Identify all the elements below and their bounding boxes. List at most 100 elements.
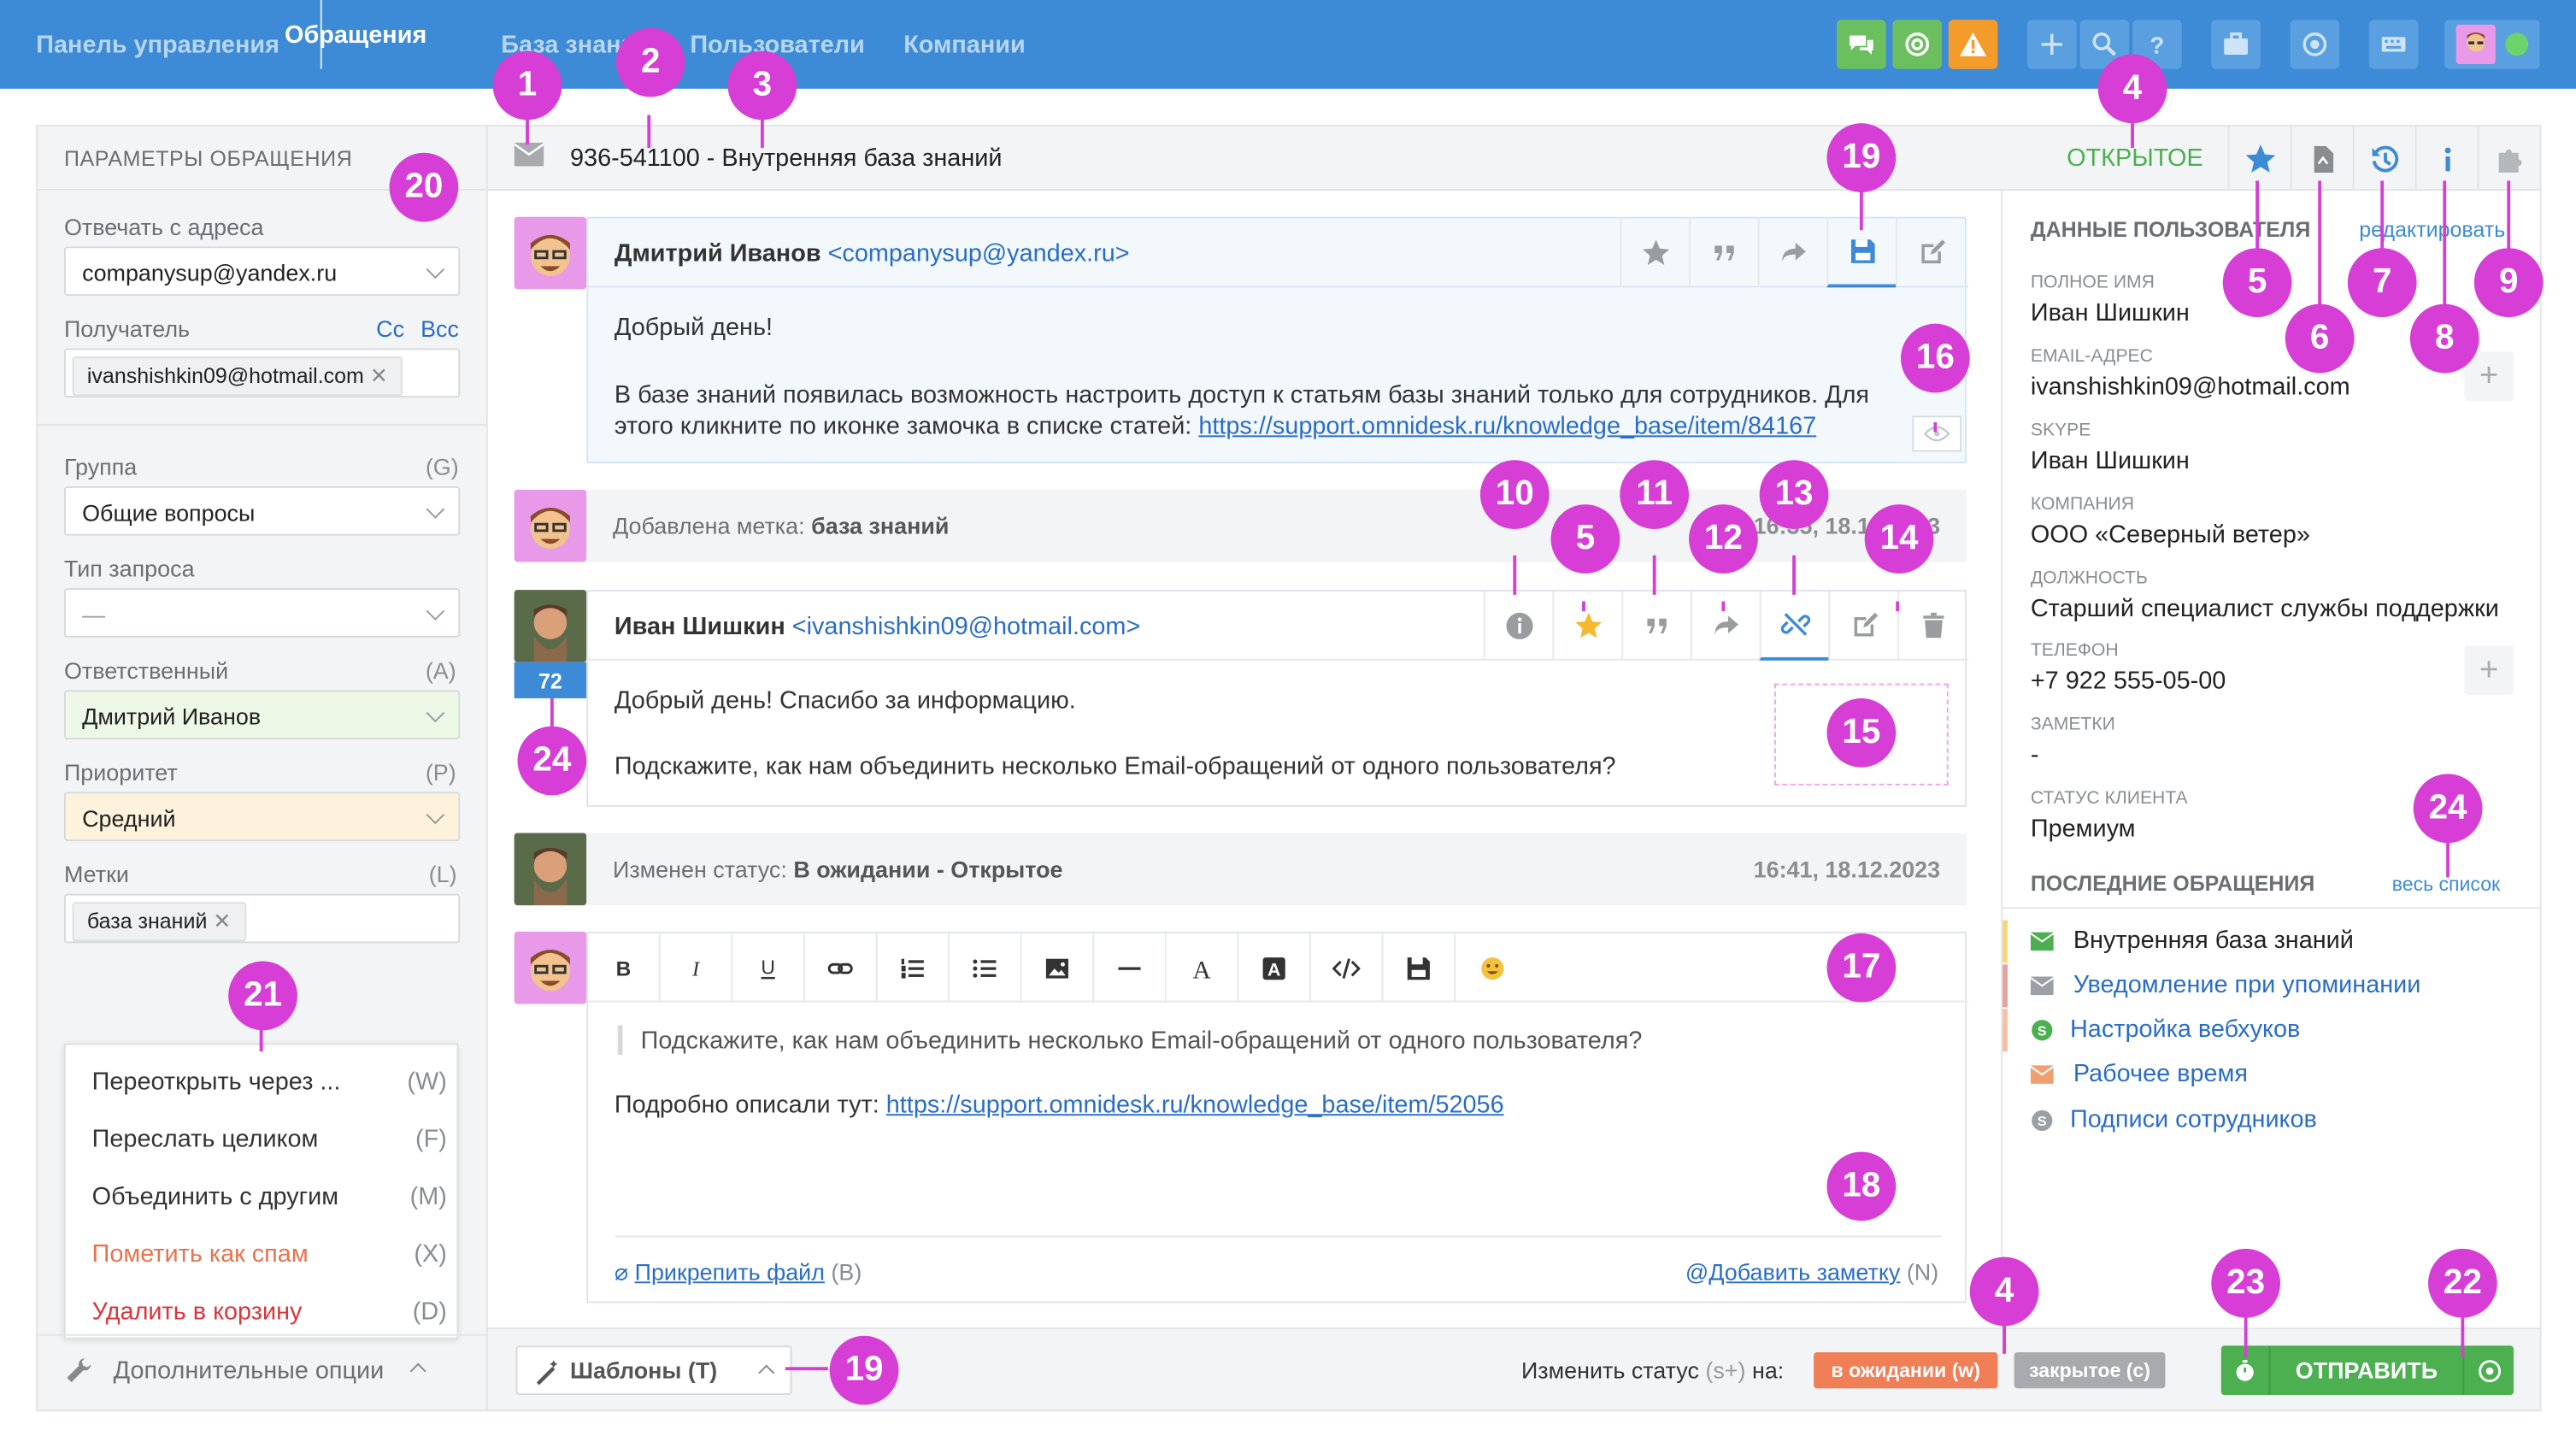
attach-file-button[interactable]: ⌀ Прикрепить файл (B) <box>615 1258 862 1286</box>
nav-tickets[interactable]: Обращения <box>285 0 426 69</box>
type-select[interactable]: — <box>63 588 461 638</box>
annotation-badge: 19 <box>1826 123 1897 192</box>
edit-icon[interactable] <box>1896 218 1965 288</box>
templates-button[interactable]: Шаблоны (T) <box>515 1345 792 1395</box>
status-pending-button[interactable]: в ожидании (w) <box>1814 1351 1998 1389</box>
more-options-button[interactable]: Дополнительные опции <box>64 1356 458 1392</box>
email-at-icon[interactable] <box>1892 20 1943 69</box>
tags-field[interactable]: база знаний ✕ <box>63 893 461 944</box>
priority-select[interactable]: Средний <box>63 792 461 842</box>
code-icon[interactable] <box>1311 933 1384 1003</box>
underline-icon[interactable]: U <box>732 933 805 1003</box>
briefcase-icon[interactable] <box>2211 20 2261 69</box>
nav-dashboard[interactable]: Панель управления <box>36 32 279 60</box>
annotation-badge: 4 <box>1969 1257 2039 1327</box>
send-button[interactable]: ОТПРАВИТЬ <box>2270 1345 2462 1395</box>
target-icon[interactable] <box>2290 20 2340 69</box>
recipient-label: Получатель <box>63 315 191 342</box>
info-icon[interactable] <box>1483 591 1553 661</box>
remove-icon[interactable]: ✕ <box>213 909 231 933</box>
kb-link[interactable]: https://support.omnidesk.ru/knowledge_ba… <box>1198 412 1816 440</box>
remove-icon[interactable]: ✕ <box>370 363 388 388</box>
link-icon[interactable] <box>805 933 878 1003</box>
ordered-list-icon[interactable] <box>877 933 950 1003</box>
cc-link[interactable]: Cc <box>376 315 404 342</box>
magic-wand-icon <box>536 1360 558 1386</box>
event-status-changed: Изменен статус: В ожидании - Открытое 16… <box>586 833 1967 906</box>
menu-item-forward[interactable]: Переслать целиком (F) <box>66 1119 460 1165</box>
annotation-badge: 24 <box>517 726 587 796</box>
quote-icon[interactable] <box>1689 218 1758 288</box>
user-notes: - <box>2030 740 2039 769</box>
user-company[interactable]: ООО «Северный ветер» <box>2031 521 2310 549</box>
recent-ticket[interactable]: Рабочее время <box>2030 1060 2524 1096</box>
star-icon[interactable] <box>1552 591 1621 661</box>
sender-email[interactable]: <ivanshishkin09@hotmail.com> <box>792 613 1141 641</box>
horizontal-rule-icon[interactable] <box>1094 933 1167 1003</box>
add-phone-button[interactable]: + <box>2464 645 2514 696</box>
forward-icon[interactable] <box>1757 218 1827 288</box>
italic-icon[interactable]: I <box>661 933 733 1003</box>
eye-icon[interactable] <box>1912 415 1962 452</box>
image-icon[interactable] <box>1022 933 1095 1003</box>
recent-ticket[interactable]: Уведомление при упоминании <box>2030 971 2524 1007</box>
profile-menu[interactable] <box>2444 20 2540 69</box>
assignee-label: Ответственный <box>63 656 229 684</box>
menu-item-spam[interactable]: Пометить как спам (X) <box>66 1234 460 1280</box>
user-email[interactable]: ivanshishkin09@hotmail.com <box>2031 373 2350 401</box>
avatar <box>514 216 587 290</box>
menu-item-delete[interactable]: Удалить в корзину (D) <box>66 1292 460 1338</box>
add-icon[interactable] <box>2026 20 2077 69</box>
svg-text:I: I <box>691 957 701 980</box>
recent-ticket[interactable]: S Настройка вебхуков <box>2031 1015 2524 1051</box>
wrench-icon <box>67 1358 91 1382</box>
background-color-icon[interactable]: A <box>1238 933 1311 1003</box>
annotation-badge: 4 <box>2097 54 2167 124</box>
field-label: ПОЛНОЕ ИМЯ <box>2030 273 2155 293</box>
kb-link[interactable]: https://support.omnidesk.ru/knowledge_ba… <box>886 1091 1504 1119</box>
nav-companies[interactable]: Компании <box>903 32 1025 60</box>
recipient-field[interactable]: ivanshishkin09@hotmail.com ✕ <box>63 348 461 398</box>
quote-icon[interactable] <box>1621 591 1691 661</box>
field-label: КОМПАНИЯ <box>2030 494 2135 515</box>
annotation-badge: 18 <box>1826 1151 1897 1221</box>
reply-editor[interactable]: B I U A A Подскажите, как нам объединить… <box>586 931 1968 1304</box>
message-text: этого кликните по иконке замочка в списк… <box>614 412 1199 441</box>
user-skype: Иван Шишкин <box>2030 446 2190 475</box>
menu-item-merge[interactable]: Объединить с другим (M) <box>66 1176 460 1222</box>
assignee-select[interactable]: Дмитрий Иванов <box>63 690 461 739</box>
trash-icon[interactable] <box>1897 591 1967 661</box>
status-closed-button[interactable]: закрытое (c) <box>2014 1351 2166 1389</box>
chevron-down-icon <box>426 805 445 825</box>
bullet-list-icon[interactable] <box>950 933 1022 1003</box>
svg-text:S: S <box>2038 1023 2047 1039</box>
reply-from-select[interactable]: companysup@yandex.ru <box>63 246 461 296</box>
avatar <box>514 931 587 1004</box>
bcc-link[interactable]: Bcc <box>421 315 459 342</box>
bold-icon[interactable]: B <box>588 933 661 1003</box>
star-icon[interactable] <box>1620 218 1689 288</box>
edit-icon[interactable] <box>1828 591 1897 661</box>
sender-email[interactable]: <companysup@yandex.ru> <box>828 240 1130 268</box>
annotation-badge: 22 <box>2428 1248 2497 1318</box>
recent-ticket[interactable]: S Подписи сотрудников <box>2031 1106 2524 1142</box>
send-options-icon[interactable] <box>2462 1345 2514 1395</box>
recent-ticket[interactable]: Внутренняя база знаний <box>2030 927 2524 962</box>
keyboard-icon[interactable] <box>2368 20 2419 69</box>
annotation-badge: 5 <box>1550 504 1620 574</box>
chat-icon[interactable] <box>1837 20 1886 69</box>
user-full-name: Иван Шишкин <box>2030 298 2190 327</box>
emoji-icon[interactable] <box>1456 933 1528 1003</box>
messages-count-badge: 72 <box>514 662 587 698</box>
save-icon[interactable] <box>1383 933 1456 1003</box>
text-color-icon[interactable]: A <box>1167 933 1239 1003</box>
tags-shortcut: (L) <box>428 861 457 887</box>
group-select[interactable]: Общие вопросы <box>63 486 461 536</box>
assignee-shortcut: (A) <box>425 656 456 684</box>
add-note-button[interactable]: @Добавить заметку (N) <box>1685 1258 1938 1285</box>
field-label: ДОЛЖНОСТЬ <box>2030 568 2148 589</box>
user-phone[interactable]: +7 922 555-05-00 <box>2031 667 2226 695</box>
menu-item-reopen[interactable]: Переоткрыть через ... (W) <box>66 1062 460 1108</box>
warning-icon[interactable] <box>1948 20 1998 69</box>
unlink-icon[interactable] <box>1759 591 1829 661</box>
